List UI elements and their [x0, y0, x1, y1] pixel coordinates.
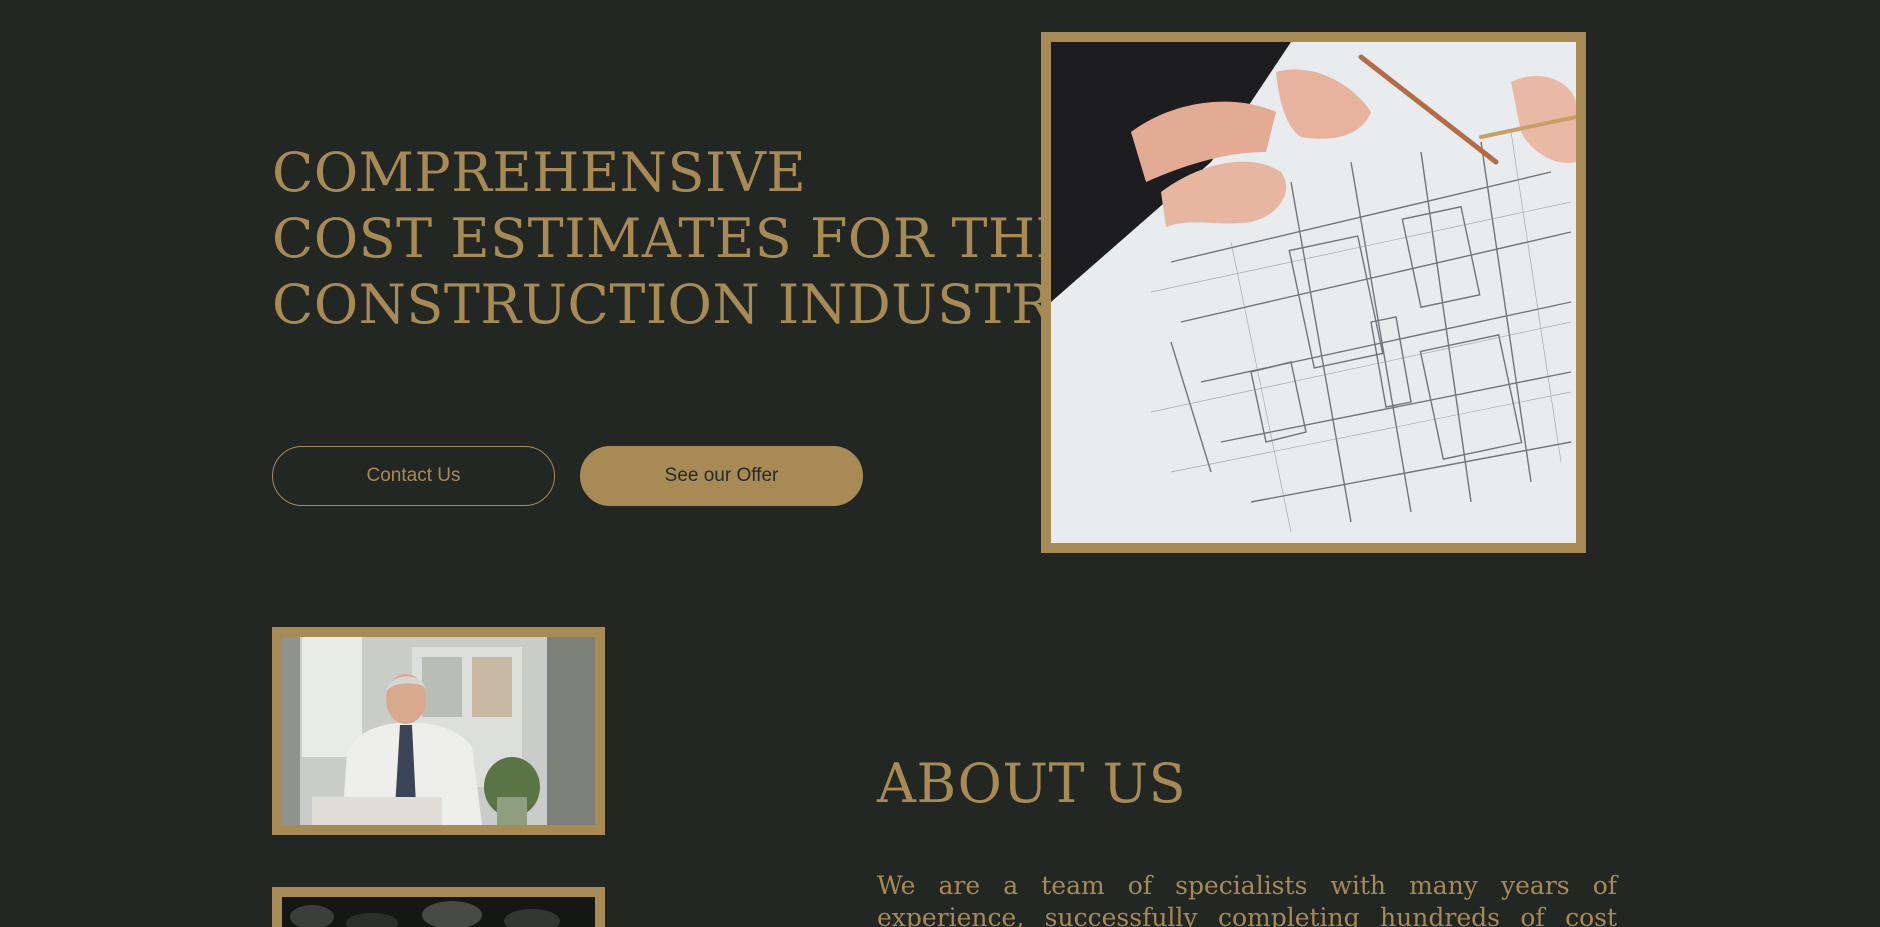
hero-heading-line-1: COMPREHENSIVE [272, 141, 807, 204]
about-us-text: We are a team of specialists with many y… [877, 871, 1617, 927]
about-us-heading: ABOUT US [877, 752, 1187, 815]
contact-us-button[interactable]: Contact Us [272, 446, 555, 506]
foliage-image [282, 897, 595, 927]
businessman-image [282, 637, 595, 825]
hero-heading: COMPREHENSIVE COST ESTIMATES FOR THE CON… [272, 140, 1098, 338]
hero-image-frame [1041, 32, 1586, 553]
see-offer-button[interactable]: See our Offer [580, 446, 863, 506]
hero-heading-line-3: CONSTRUCTION INDUSTRY. [272, 273, 1098, 336]
blueprint-image [1051, 42, 1576, 543]
contact-us-label: Contact Us [366, 465, 461, 486]
see-offer-label: See our Offer [664, 465, 779, 486]
second-image-frame [272, 887, 605, 927]
hero-heading-line-2: COST ESTIMATES FOR THE [272, 207, 1076, 270]
person-image-frame [272, 627, 605, 835]
